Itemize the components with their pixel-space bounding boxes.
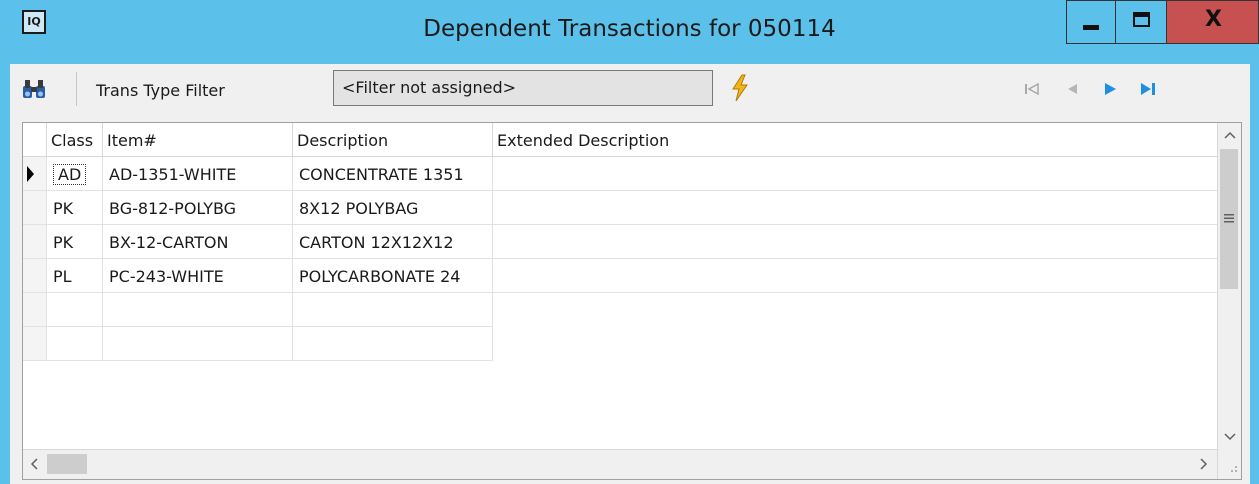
toolbar-separator	[76, 72, 77, 106]
vertical-scrollbar[interactable]	[1217, 123, 1241, 479]
next-record-icon[interactable]	[1100, 80, 1120, 98]
row-indicator[interactable]	[23, 191, 47, 225]
horizontal-scrollbar[interactable]	[23, 449, 1217, 479]
resize-grip-icon[interactable]	[1218, 453, 1242, 477]
column-header-class[interactable]: Class	[47, 123, 103, 157]
table-cell-extended[interactable]	[493, 191, 1217, 225]
scroll-down-icon[interactable]	[1218, 425, 1242, 449]
current-row-arrow-icon	[27, 166, 34, 182]
toolbar: Trans Type Filter <Filter not assigned>	[10, 64, 1250, 116]
empty-cell[interactable]	[103, 327, 293, 361]
minimize-icon	[1083, 25, 1099, 30]
table-cell-item[interactable]: PC-243-WHITE	[103, 259, 293, 293]
focused-cell-text: AD	[53, 164, 87, 185]
empty-cell[interactable]	[47, 293, 103, 327]
lightning-bolt-icon[interactable]	[730, 74, 750, 102]
binoculars-icon[interactable]	[22, 78, 46, 100]
previous-record-icon[interactable]	[1062, 80, 1082, 98]
empty-cell[interactable]	[293, 327, 493, 361]
maximize-button[interactable]	[1115, 0, 1167, 44]
table-cell-class[interactable]: PK	[47, 191, 103, 225]
table-cell-item[interactable]: BG-812-POLYBG	[103, 191, 293, 225]
column-header-description[interactable]: Description	[293, 123, 493, 157]
first-record-icon[interactable]	[1022, 80, 1042, 98]
column-header-item[interactable]: Item#	[103, 123, 293, 157]
scroll-grip-icon	[1224, 214, 1234, 223]
row-indicator-header	[23, 123, 47, 157]
maximize-icon	[1133, 12, 1150, 27]
table-cell-class[interactable]: AD	[47, 157, 103, 191]
table-cell-class[interactable]: PK	[47, 225, 103, 259]
trans-type-filter-label: Trans Type Filter	[96, 81, 225, 100]
table-cell-extended[interactable]	[493, 259, 1217, 293]
dependent-transactions-window: IQ Dependent Transactions for 050114 X T…	[0, 0, 1259, 484]
empty-cell[interactable]	[103, 293, 293, 327]
close-button[interactable]: X	[1166, 0, 1259, 44]
transactions-grid: Class Item# Description Extended Descrip…	[22, 122, 1242, 480]
title-bar[interactable]: IQ Dependent Transactions for 050114 X	[0, 0, 1259, 64]
row-indicator[interactable]	[23, 293, 47, 327]
table-cell-class[interactable]: PL	[47, 259, 103, 293]
scroll-left-icon[interactable]	[23, 452, 47, 476]
close-icon: X	[1205, 7, 1222, 32]
minimize-button[interactable]	[1066, 0, 1116, 44]
table-cell-description[interactable]: 8X12 POLYBAG	[293, 191, 493, 225]
trans-type-filter-field[interactable]: <Filter not assigned>	[333, 70, 713, 106]
table-cell-extended[interactable]	[493, 225, 1217, 259]
vertical-scroll-thumb[interactable]	[1220, 149, 1238, 289]
scroll-up-icon[interactable]	[1218, 123, 1242, 147]
table-cell-description[interactable]: CARTON 12X12X12	[293, 225, 493, 259]
scroll-right-icon[interactable]	[1191, 452, 1215, 476]
row-indicator[interactable]	[23, 157, 47, 191]
row-indicator[interactable]	[23, 327, 47, 361]
row-indicator[interactable]	[23, 259, 47, 293]
column-header-extended-description[interactable]: Extended Description	[493, 123, 1217, 157]
empty-cell[interactable]	[47, 327, 103, 361]
empty-cell[interactable]	[293, 293, 493, 327]
table-cell-item[interactable]: BX-12-CARTON	[103, 225, 293, 259]
table-cell-item[interactable]: AD-1351-WHITE	[103, 157, 293, 191]
table-cell-description[interactable]: POLYCARBONATE 24	[293, 259, 493, 293]
client-area: Trans Type Filter <Filter not assigned>	[10, 64, 1250, 484]
horizontal-scroll-thumb[interactable]	[47, 454, 87, 474]
table-cell-description[interactable]: CONCENTRATE 1351	[293, 157, 493, 191]
table-cell-extended[interactable]	[493, 157, 1217, 191]
last-record-icon[interactable]	[1138, 80, 1158, 98]
row-indicator[interactable]	[23, 225, 47, 259]
